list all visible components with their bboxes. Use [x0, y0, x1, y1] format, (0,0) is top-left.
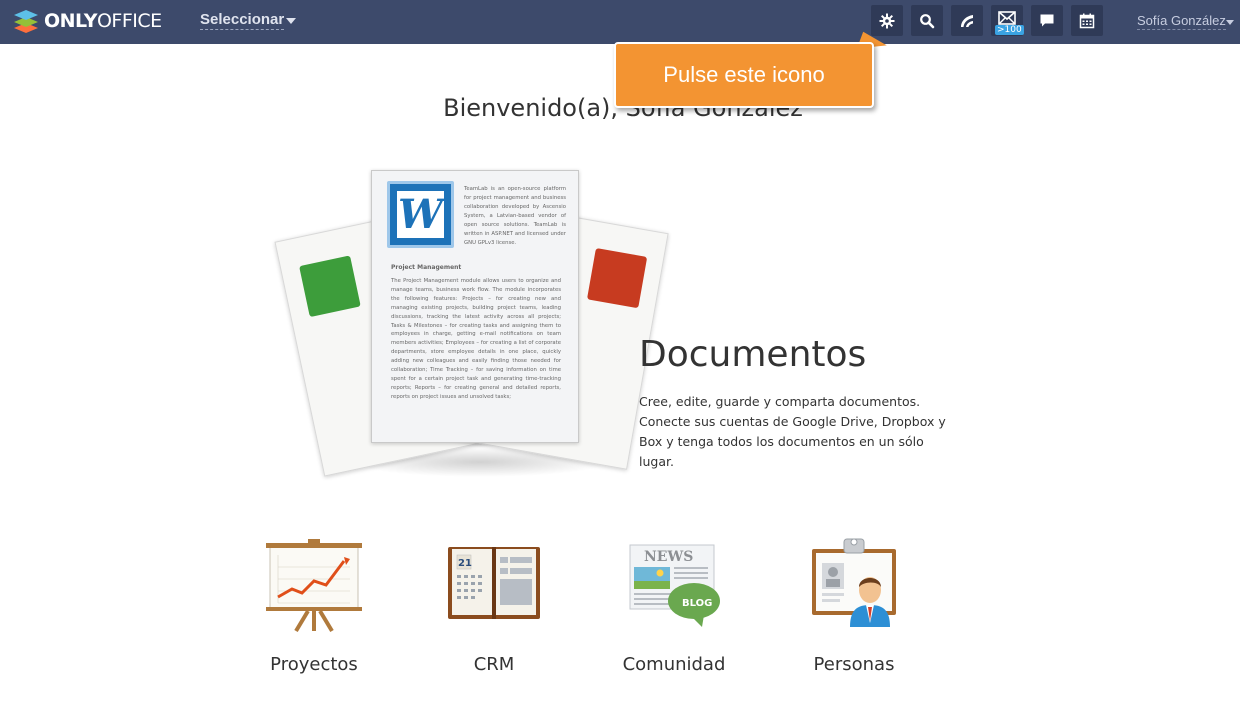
- word-document-page: W TeamLab is an open-source platform for…: [371, 170, 579, 443]
- calendar-button[interactable]: [1071, 5, 1103, 36]
- module-label: CRM: [473, 654, 515, 675]
- logo-text: ONLYOFFICE: [44, 10, 162, 32]
- projects-easel-icon: [239, 535, 389, 635]
- documents-description: Cree, edite, guarde y comparta documento…: [639, 394, 946, 469]
- module-crm[interactable]: 21 CRM: [419, 535, 569, 675]
- mail-button[interactable]: >100: [991, 5, 1024, 36]
- module-projects[interactable]: Proyectos: [239, 535, 389, 675]
- crm-book-icon: 21: [419, 535, 569, 635]
- settings-icon: [879, 13, 895, 28]
- excel-icon: [299, 255, 361, 318]
- module-people[interactable]: Personas: [779, 535, 929, 675]
- module-community[interactable]: NEWS BLOG Comunidad: [599, 535, 749, 675]
- documents-title[interactable]: Documentos: [639, 334, 866, 375]
- user-menu[interactable]: Sofía González: [1137, 13, 1226, 30]
- feed-button[interactable]: [951, 5, 983, 36]
- module-label: Comunidad: [622, 654, 726, 675]
- search-icon: [920, 13, 935, 28]
- people-clipboard-icon: [779, 535, 929, 635]
- page-intro-text: TeamLab is an open-source platform for p…: [464, 186, 566, 246]
- module-label: Proyectos: [270, 654, 358, 675]
- blog-text: BLOG: [682, 598, 712, 609]
- calendar-icon: [1079, 13, 1095, 28]
- user-menu-chevron-icon[interactable]: [1226, 20, 1234, 25]
- pdf-icon: [586, 247, 648, 309]
- page-heading-text: Project Management: [391, 264, 462, 271]
- community-news-blog-icon: NEWS BLOG: [599, 535, 749, 635]
- mail-icon: [998, 10, 1016, 25]
- word-icon: W: [387, 181, 454, 248]
- tooltip-text: Pulse este icono: [663, 62, 825, 87]
- top-navigation-bar: ONLYOFFICE Seleccionar >100 Sofía Gonzál…: [0, 0, 1240, 44]
- hint-tooltip: Pulse este icono: [614, 42, 874, 108]
- select-module-menu[interactable]: Seleccionar: [200, 11, 285, 30]
- chat-button[interactable]: [1031, 5, 1063, 36]
- search-button[interactable]: [911, 5, 943, 36]
- chat-icon: [1040, 14, 1054, 27]
- calendar-day-number: 21: [458, 558, 472, 569]
- news-text: NEWS: [644, 549, 693, 565]
- mail-count-badge: >100: [995, 25, 1024, 35]
- page-body-text: The Project Management module allows use…: [391, 278, 561, 400]
- chevron-down-icon[interactable]: [286, 18, 296, 24]
- onlyoffice-logo[interactable]: ONLYOFFICE: [12, 8, 162, 34]
- module-label: Personas: [813, 654, 895, 675]
- onlyoffice-logo-icon: [14, 10, 38, 33]
- documents-illustration: W TeamLab is an open-source platform for…: [274, 165, 669, 485]
- feed-icon: [961, 14, 973, 27]
